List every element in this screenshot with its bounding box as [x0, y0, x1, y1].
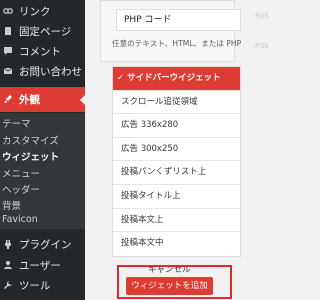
menu-label: 外観 — [19, 93, 40, 106]
brush-icon — [4, 95, 12, 103]
menu-label: リンク — [19, 5, 51, 18]
submenu-item-menus[interactable]: メニュー — [2, 166, 40, 180]
page-icon — [5, 27, 11, 35]
wrench-icon — [4, 281, 12, 289]
sidebar-choice-item[interactable]: ✓ サイドバーウイジェット — [113, 67, 240, 91]
menu-label: 固定ページ — [19, 25, 72, 38]
php-code-widget-title[interactable]: PHP コード — [116, 9, 241, 31]
submenu-item-customize[interactable]: カスタマイズ — [2, 133, 59, 147]
user-icon — [4, 261, 12, 269]
submenu-item-background[interactable]: 背景 — [2, 198, 21, 212]
plugin-icon — [5, 240, 11, 249]
sidebar-choice-item[interactable]: 広告 336x280 — [113, 114, 240, 138]
menu-label: コメント — [19, 45, 61, 58]
add-widget-button[interactable]: ウィジェットを追加 — [126, 277, 213, 295]
mail-icon — [3, 67, 13, 74]
menu-item-contact[interactable]: お問い合わせ — [0, 62, 85, 80]
faded-widget-label: RSS — [255, 12, 269, 20]
widget-panel: PHP コード — [100, 0, 241, 62]
menu-label: プラグイン — [19, 238, 72, 251]
sidebar-choice-item[interactable]: 投稿タイトル上 — [113, 185, 240, 209]
menu-label: ユーザー — [19, 259, 61, 272]
sidebar-choice-item[interactable]: 投稿本文上 — [113, 209, 240, 233]
admin-sidebar: リンク 固定ページ コメント お問い合わせ 外観 テーマ カスタマイズ ウィジェ… — [0, 0, 86, 300]
menu-item-comments[interactable]: コメント — [0, 42, 85, 60]
menu-item-tools[interactable]: ツール — [0, 276, 85, 294]
faded-widget-label: RSS — [255, 42, 269, 50]
sidebar-choice-item[interactable]: 投稿本文中 — [113, 232, 240, 256]
menu-item-plugins[interactable]: プラグイン — [0, 235, 85, 253]
choice-label: サイドバーウイジェット — [127, 73, 221, 83]
widget-description: 任意のテキスト、HTML、または PHP — [112, 39, 242, 48]
menu-item-users[interactable]: ユーザー — [0, 256, 85, 274]
sidebar-choice-item[interactable]: 投稿パンくずリスト上 — [113, 161, 240, 185]
menu-label: お問い合わせ — [19, 65, 82, 78]
menu-item-appearance[interactable]: 外観 — [0, 90, 85, 108]
submenu-item-themes[interactable]: テーマ — [2, 116, 31, 130]
widgets-main: PHP コード 任意のテキスト、HTML、または PHP RSS RSS ✓ サイ… — [85, 0, 269, 300]
menu-label: ツール — [19, 279, 51, 292]
comment-icon — [4, 47, 12, 55]
submenu-item-widgets[interactable]: ウィジェット — [2, 149, 59, 163]
sidebar-choice-item[interactable]: 広告 300x250 — [113, 138, 240, 162]
checkmark-icon: ✓ — [117, 73, 125, 83]
menu-item-links[interactable]: リンク — [0, 2, 85, 20]
menu-item-pages[interactable]: 固定ページ — [0, 22, 85, 40]
submenu-item-favicon[interactable]: Favicon — [2, 214, 38, 225]
sidebar-choice-list: ✓ サイドバーウイジェット スクロール追従領域 広告 336x280 広告 300… — [112, 66, 241, 257]
link-icon — [3, 8, 13, 14]
submenu-item-header[interactable]: ヘッダー — [2, 182, 40, 196]
sidebar-choice-item[interactable]: スクロール追従領域 — [113, 91, 240, 115]
